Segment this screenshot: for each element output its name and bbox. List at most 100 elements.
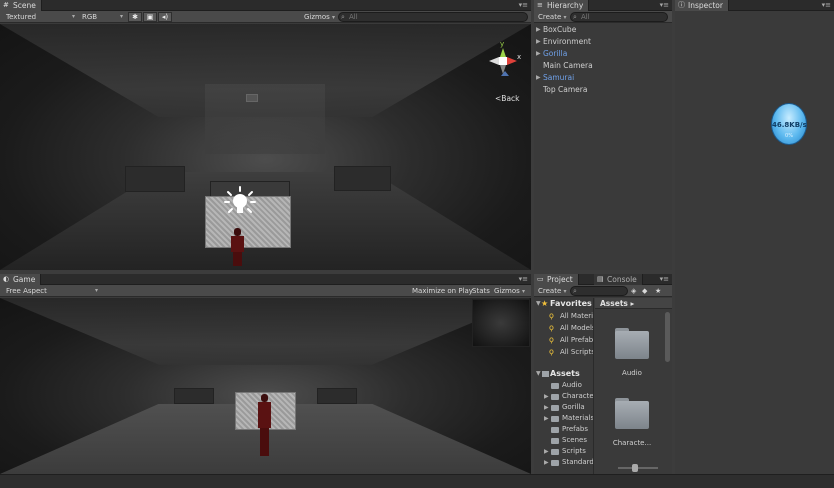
grid-folder-characters[interactable] <box>615 396 649 430</box>
chevron-down-icon: ▾ <box>72 13 76 20</box>
tab-project[interactable]: ▭ Project <box>534 274 579 285</box>
aspect-dropdown[interactable]: Free Aspect ▾ <box>6 285 100 297</box>
hierarchy-item[interactable]: Main Camera <box>534 60 672 72</box>
assets-header[interactable]: ▼ Assets <box>534 368 593 380</box>
folder-icon <box>551 427 559 433</box>
asset-folder-item[interactable]: ▶ Standard Assets <box>534 457 593 468</box>
hierarchy-item[interactable]: ▶ Samurai <box>534 72 672 84</box>
expand-arrow-icon[interactable]: ▶ <box>536 48 541 60</box>
tab-scene-label: Scene <box>13 1 36 10</box>
panel-menu-icon[interactable]: ▾≡ <box>660 1 669 10</box>
folder-icon <box>551 449 559 455</box>
folder-body <box>615 401 649 429</box>
tab-hierarchy[interactable]: ≡ Hierarchy <box>534 0 590 11</box>
slider-knob[interactable] <box>632 464 638 472</box>
game-gizmos-dropdown[interactable]: Gizmos ▾ <box>494 285 525 298</box>
project-search-input[interactable]: ⌕ <box>570 286 628 296</box>
grid-folder-label: Characte... <box>612 439 652 447</box>
folder-icon <box>551 383 559 389</box>
tab-console[interactable]: ▤ Console <box>594 274 643 285</box>
expand-arrow-icon[interactable]: ▶ <box>536 36 541 48</box>
folder-body <box>615 331 649 359</box>
favorites-header[interactable]: ▼ ★ Favorites <box>534 298 593 310</box>
favorite-item[interactable]: ϙ All Models <box>534 322 593 334</box>
hierarchy-create-label: Create <box>538 13 562 21</box>
game-viewport[interactable] <box>0 298 531 474</box>
orientation-gizmo[interactable]: y x <Back <box>483 38 523 104</box>
search-icon: ϙ <box>549 311 554 320</box>
hierarchy-item[interactable]: ▶ BoxCube <box>534 24 672 36</box>
lighting-toggle-icon[interactable]: ✱ <box>128 12 142 22</box>
hierarchy-item[interactable]: ▶ Environment <box>534 36 672 48</box>
favorite-item-label: All Models <box>560 324 593 332</box>
project-toolbar: Create ▾ ⌕ ◈ ◆ ★ <box>534 285 672 297</box>
scene-viewport[interactable]: y x <Back <box>0 24 531 270</box>
audio-toggle-icon[interactable]: ◂) <box>158 12 172 22</box>
asset-folder-item[interactable]: ▶ Scripts <box>534 446 593 457</box>
favorite-item[interactable]: ϙ All Prefabs <box>534 334 593 346</box>
expand-arrow-icon[interactable]: ▶ <box>544 457 549 468</box>
render-mode-dropdown[interactable]: RGB ▾ <box>82 11 126 23</box>
icon-size-slider[interactable] <box>618 464 658 472</box>
panel-menu-icon[interactable]: ▾≡ <box>822 1 831 10</box>
asset-folder-list: Audio ▶ Characters ▶ Gorilla ▶ Materials Prefab… <box>534 380 593 468</box>
hierarchy-create-dropdown[interactable]: Create ▾ <box>538 11 567 24</box>
asset-folder-item[interactable]: ▶ Characters <box>534 391 593 402</box>
project-scrollbar[interactable] <box>665 312 670 362</box>
favorite-item[interactable]: ϙ All Materials <box>534 310 593 322</box>
breadcrumb[interactable]: Assets ▸ <box>595 298 672 309</box>
filter-type-icon[interactable]: ◈ <box>631 285 636 297</box>
expand-arrow-icon[interactable]: ▶ <box>544 446 549 457</box>
hierarchy-item-label: Main Camera <box>543 61 593 70</box>
light-bulb-icon[interactable] <box>224 186 256 220</box>
grid-folder-audio[interactable] <box>615 326 649 360</box>
panel-menu-icon[interactable]: ▾≡ <box>519 1 528 10</box>
chevron-down-icon: ▾ <box>95 287 99 294</box>
search-icon: ⌕ <box>573 287 577 295</box>
right-block <box>334 166 391 191</box>
hierarchy-item[interactable]: Top Camera <box>534 84 672 96</box>
asset-folder-item[interactable]: Audio <box>534 380 593 391</box>
tab-scene[interactable]: # Scene <box>0 0 42 11</box>
character-head <box>234 228 241 236</box>
stats-toggle[interactable]: Stats <box>472 285 490 297</box>
tab-project-label: Project <box>547 275 573 284</box>
favorite-star-icon[interactable]: ★ <box>655 285 661 297</box>
hierarchy-item-label: Environment <box>543 37 591 46</box>
expand-arrow-icon[interactable]: ▶ <box>544 402 549 413</box>
expand-arrow-icon[interactable]: ▶ <box>536 72 541 84</box>
panel-menu-icon[interactable]: ▾≡ <box>519 275 528 284</box>
gizmos-dropdown[interactable]: Gizmos ▾ <box>304 11 335 24</box>
game-gizmos-label: Gizmos <box>494 287 520 295</box>
expand-arrow-icon[interactable]: ▶ <box>536 24 541 36</box>
shading-mode-label: Textured <box>6 13 37 21</box>
expand-arrow-icon[interactable]: ▶ <box>544 413 549 424</box>
maximize-on-play-toggle[interactable]: Maximize on Play <box>412 285 473 297</box>
tab-game[interactable]: ◐ Game <box>0 274 42 285</box>
asset-folder-item[interactable]: Scenes <box>534 435 593 446</box>
panel-menu-icon[interactable]: ▾≡ <box>660 275 669 284</box>
game-left-block <box>174 388 214 404</box>
back-label-text: Back <box>501 94 520 103</box>
shading-mode-dropdown[interactable]: Textured ▾ <box>6 11 76 23</box>
scene-search-input[interactable]: ⌕ All <box>338 12 528 22</box>
expand-arrow-icon[interactable]: ▶ <box>544 391 549 402</box>
asset-folder-label: Audio <box>562 381 582 389</box>
hierarchy-item[interactable]: ▶ Gorilla <box>534 48 672 60</box>
axis-y-label: y <box>500 40 504 48</box>
character-legs <box>233 252 242 266</box>
asset-folder-item[interactable]: ▶ Gorilla <box>534 402 593 413</box>
samurai-character[interactable] <box>229 228 247 268</box>
asset-folder-item[interactable]: ▶ Materials <box>534 413 593 424</box>
hierarchy-item-label: BoxCube <box>543 25 577 34</box>
filter-label-icon[interactable]: ◆ <box>642 285 647 297</box>
search-icon: ϙ <box>549 347 554 356</box>
tab-inspector[interactable]: ⓘ Inspector <box>675 0 729 11</box>
hierarchy-search-input[interactable]: ⌕ All <box>570 12 668 22</box>
project-create-dropdown[interactable]: Create ▾ <box>538 285 567 298</box>
favorite-item[interactable]: ϙ All Scripts <box>534 346 593 358</box>
character-torso <box>231 236 244 252</box>
asset-folder-item[interactable]: Prefabs <box>534 424 593 435</box>
image-toggle-icon[interactable]: ▣ <box>143 12 157 22</box>
asset-folder-label: Prefabs <box>562 425 588 433</box>
